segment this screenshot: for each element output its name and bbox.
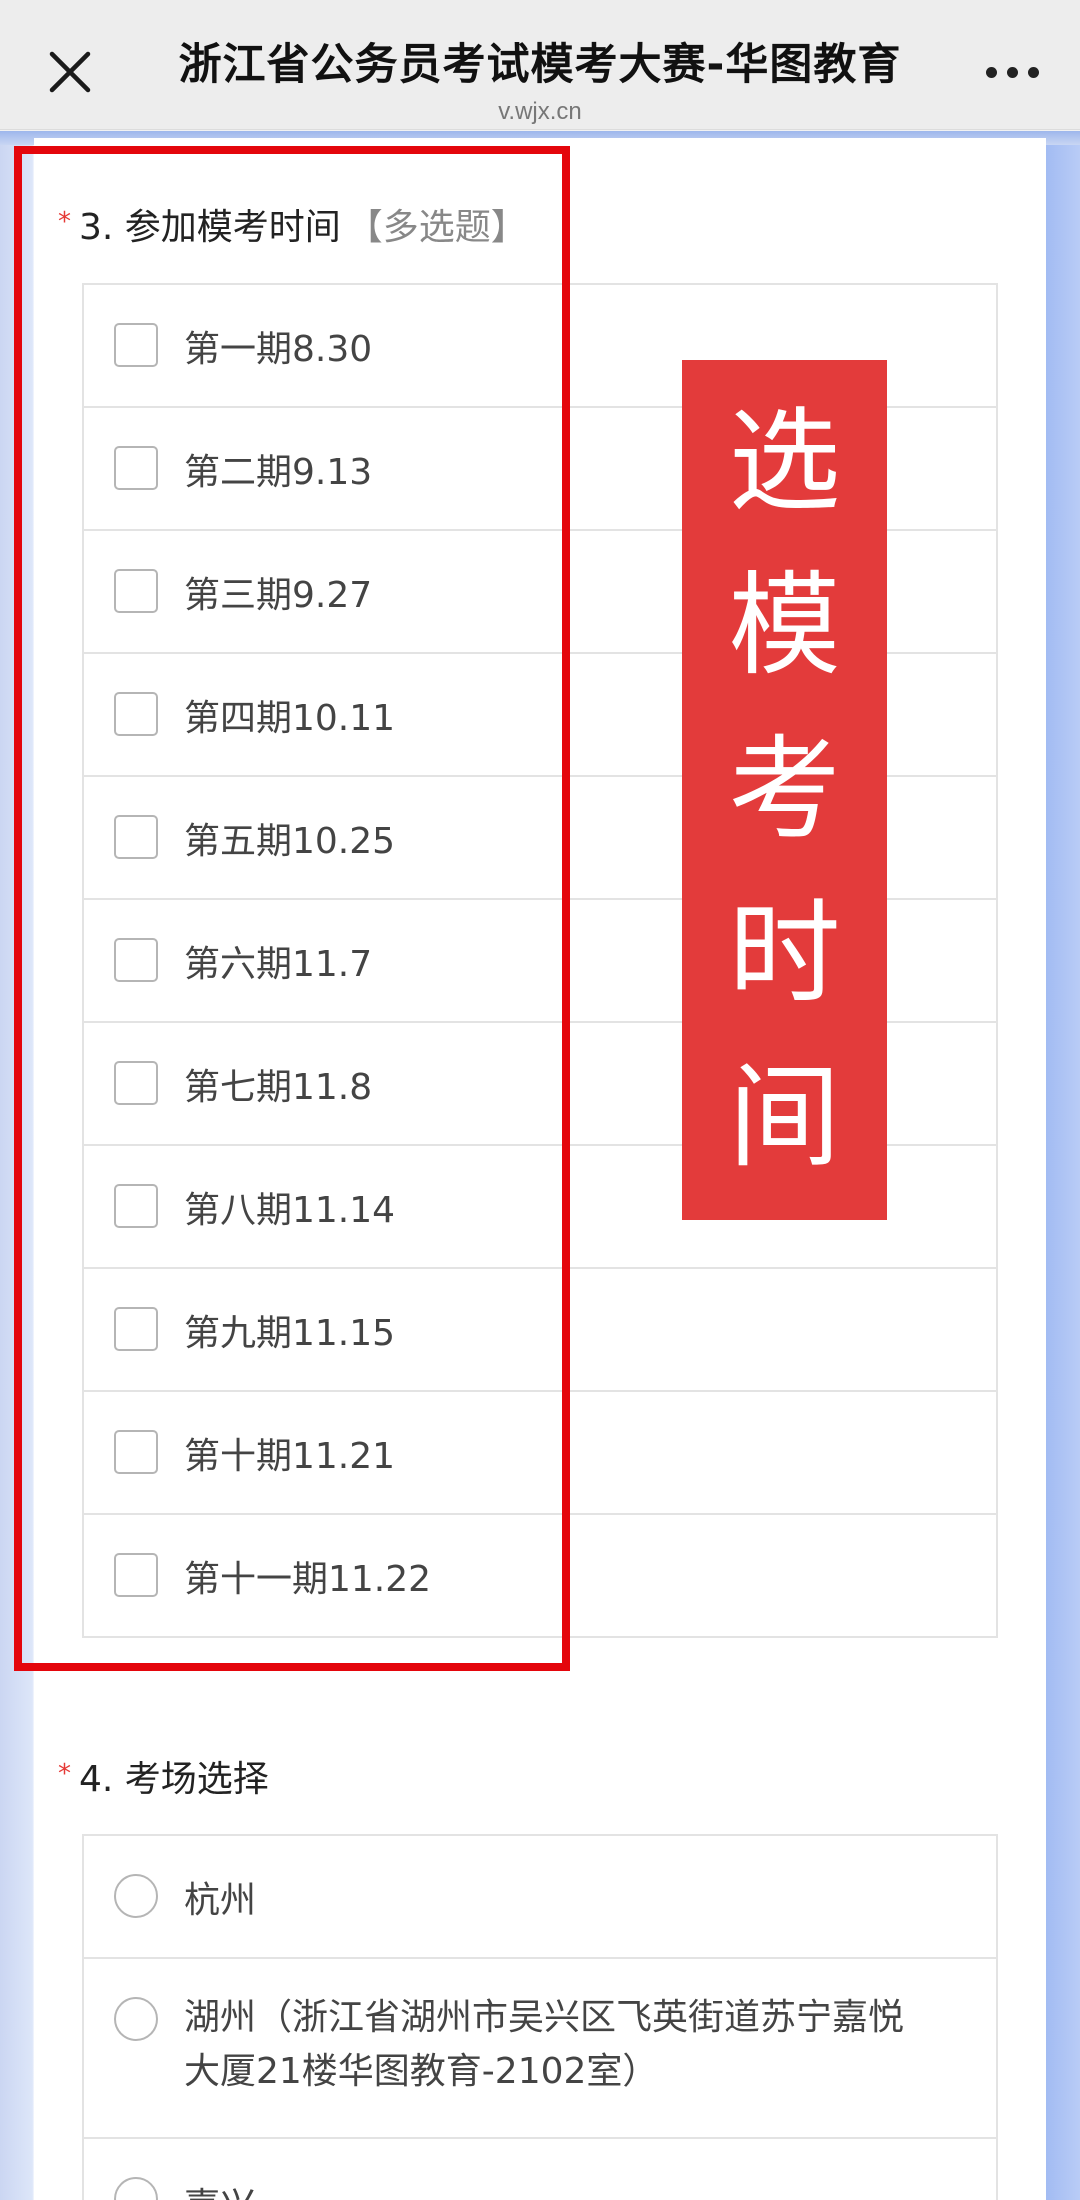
option-checkbox-row[interactable]: 第十期11.21 bbox=[84, 1392, 996, 1515]
checkbox[interactable] bbox=[114, 938, 158, 982]
checkbox[interactable] bbox=[114, 1553, 158, 1597]
checkbox[interactable] bbox=[114, 815, 158, 859]
banner-char: 考 bbox=[728, 725, 841, 855]
option-label: 第五期10.25 bbox=[184, 820, 396, 862]
option-label: 嘉兴 bbox=[184, 2177, 256, 2200]
top-navigation-bar: 浙江省公务员考试模考大赛-华图教育 v.wjx.cn bbox=[0, 0, 1080, 130]
option-label: 第四期10.11 bbox=[184, 697, 396, 739]
page-title: 浙江省公务员考试模考大赛-华图教育 bbox=[178, 40, 902, 90]
option-label: 杭州 bbox=[184, 1879, 257, 1921]
question-type-label: 【多选题】 bbox=[346, 207, 527, 248]
banner-char: 时 bbox=[728, 889, 841, 1019]
annotation-banner: 选 模 考 时 间 bbox=[682, 360, 887, 1220]
question-3-text: 3. 参加模考时间 bbox=[79, 207, 341, 248]
option-label: 第二期9.13 bbox=[184, 451, 373, 493]
option-label: 第九期11.15 bbox=[184, 1312, 396, 1354]
option-radio-row[interactable]: 湖州（浙江省湖州市吴兴区飞英街道苏宁嘉悦 大厦21楼华图教育-2102室） bbox=[84, 1959, 996, 2139]
banner-char: 选 bbox=[728, 397, 841, 527]
option-label: 第八期11.14 bbox=[184, 1189, 396, 1231]
radio-button[interactable] bbox=[114, 1997, 158, 2041]
radio-button[interactable] bbox=[114, 2177, 158, 2200]
banner-char: 模 bbox=[728, 561, 841, 691]
required-mark: * bbox=[58, 207, 71, 237]
option-label: 第七期11.8 bbox=[184, 1066, 373, 1108]
more-dot bbox=[1007, 66, 1018, 78]
option-checkbox-row[interactable]: 第九期11.15 bbox=[84, 1269, 996, 1392]
question-3-title: * 3. 参加模考时间 【多选题】 bbox=[58, 198, 527, 250]
option-label: 第一期8.30 bbox=[184, 328, 373, 370]
option-label-line: 湖州（浙江省湖州市吴兴区飞英街道苏宁嘉悦 bbox=[184, 1997, 905, 2038]
option-label: 第十一期11.22 bbox=[184, 1558, 432, 1600]
required-mark: * bbox=[58, 1759, 71, 1789]
checkbox[interactable] bbox=[114, 1184, 158, 1228]
option-label-line: 大厦21楼华图教育-2102室） bbox=[184, 2051, 659, 2092]
option-label: 第十期11.21 bbox=[184, 1435, 396, 1477]
option-label: 第六期11.7 bbox=[184, 943, 373, 985]
more-dot bbox=[1028, 66, 1039, 78]
checkbox[interactable] bbox=[114, 1061, 158, 1105]
title-area: 浙江省公务员考试模考大赛-华图教育 v.wjx.cn bbox=[150, 30, 930, 126]
question-4-title: * 4. 考场选择 bbox=[58, 1750, 269, 1802]
more-dot bbox=[986, 66, 997, 78]
page-domain: v.wjx.cn bbox=[498, 98, 582, 125]
more-options-icon[interactable] bbox=[986, 62, 1046, 82]
banner-char: 间 bbox=[728, 1053, 841, 1183]
checkbox[interactable] bbox=[114, 1307, 158, 1351]
option-radio-row[interactable]: 嘉兴 bbox=[84, 2139, 996, 2200]
checkbox[interactable] bbox=[114, 323, 158, 367]
option-label: 第三期9.27 bbox=[184, 574, 373, 616]
checkbox[interactable] bbox=[114, 569, 158, 613]
option-checkbox-row[interactable]: 第十一期11.22 bbox=[84, 1515, 996, 1638]
radio-button[interactable] bbox=[114, 1874, 158, 1918]
option-label-multiline: 湖州（浙江省湖州市吴兴区飞英街道苏宁嘉悦 大厦21楼华图教育-2102室） bbox=[184, 1991, 904, 2099]
question-4-options: 杭州 湖州（浙江省湖州市吴兴区飞英街道苏宁嘉悦 大厦21楼华图教育-2102室）… bbox=[82, 1834, 998, 2200]
checkbox[interactable] bbox=[114, 692, 158, 736]
close-icon[interactable] bbox=[44, 46, 96, 98]
question-4-text: 4. 考场选择 bbox=[79, 1759, 269, 1800]
checkbox[interactable] bbox=[114, 446, 158, 490]
checkbox[interactable] bbox=[114, 1430, 158, 1474]
option-radio-row[interactable]: 杭州 bbox=[84, 1836, 996, 1959]
